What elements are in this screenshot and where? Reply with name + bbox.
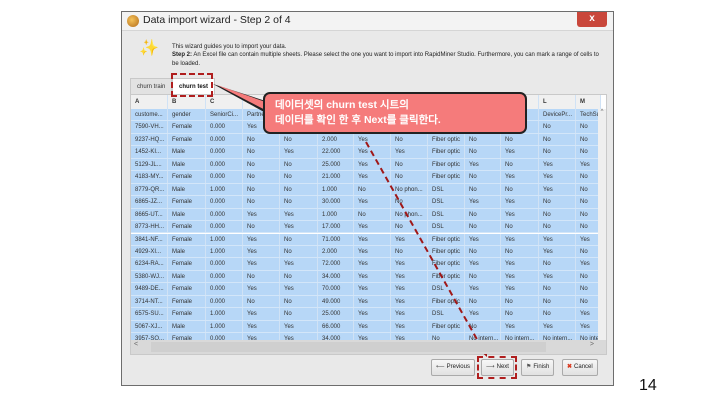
- vertical-scrollbar[interactable]: ^: [598, 109, 606, 340]
- slide-page-number: 14: [639, 377, 657, 394]
- callout-line-1: 데이터셋의 churn test 시트의: [275, 99, 409, 111]
- scroll-thumb[interactable]: [151, 342, 546, 352]
- horizontal-scrollbar[interactable]: < >: [131, 340, 606, 354]
- instruction-callout: 데이터셋의 churn test 시트의 데이터를 확인 한 후 Next를 클…: [263, 92, 527, 134]
- dashed-arrow-line: [365, 141, 484, 351]
- callout-line-2: 데이터를 확인 한 후 Next를 클릭한다.: [275, 114, 441, 126]
